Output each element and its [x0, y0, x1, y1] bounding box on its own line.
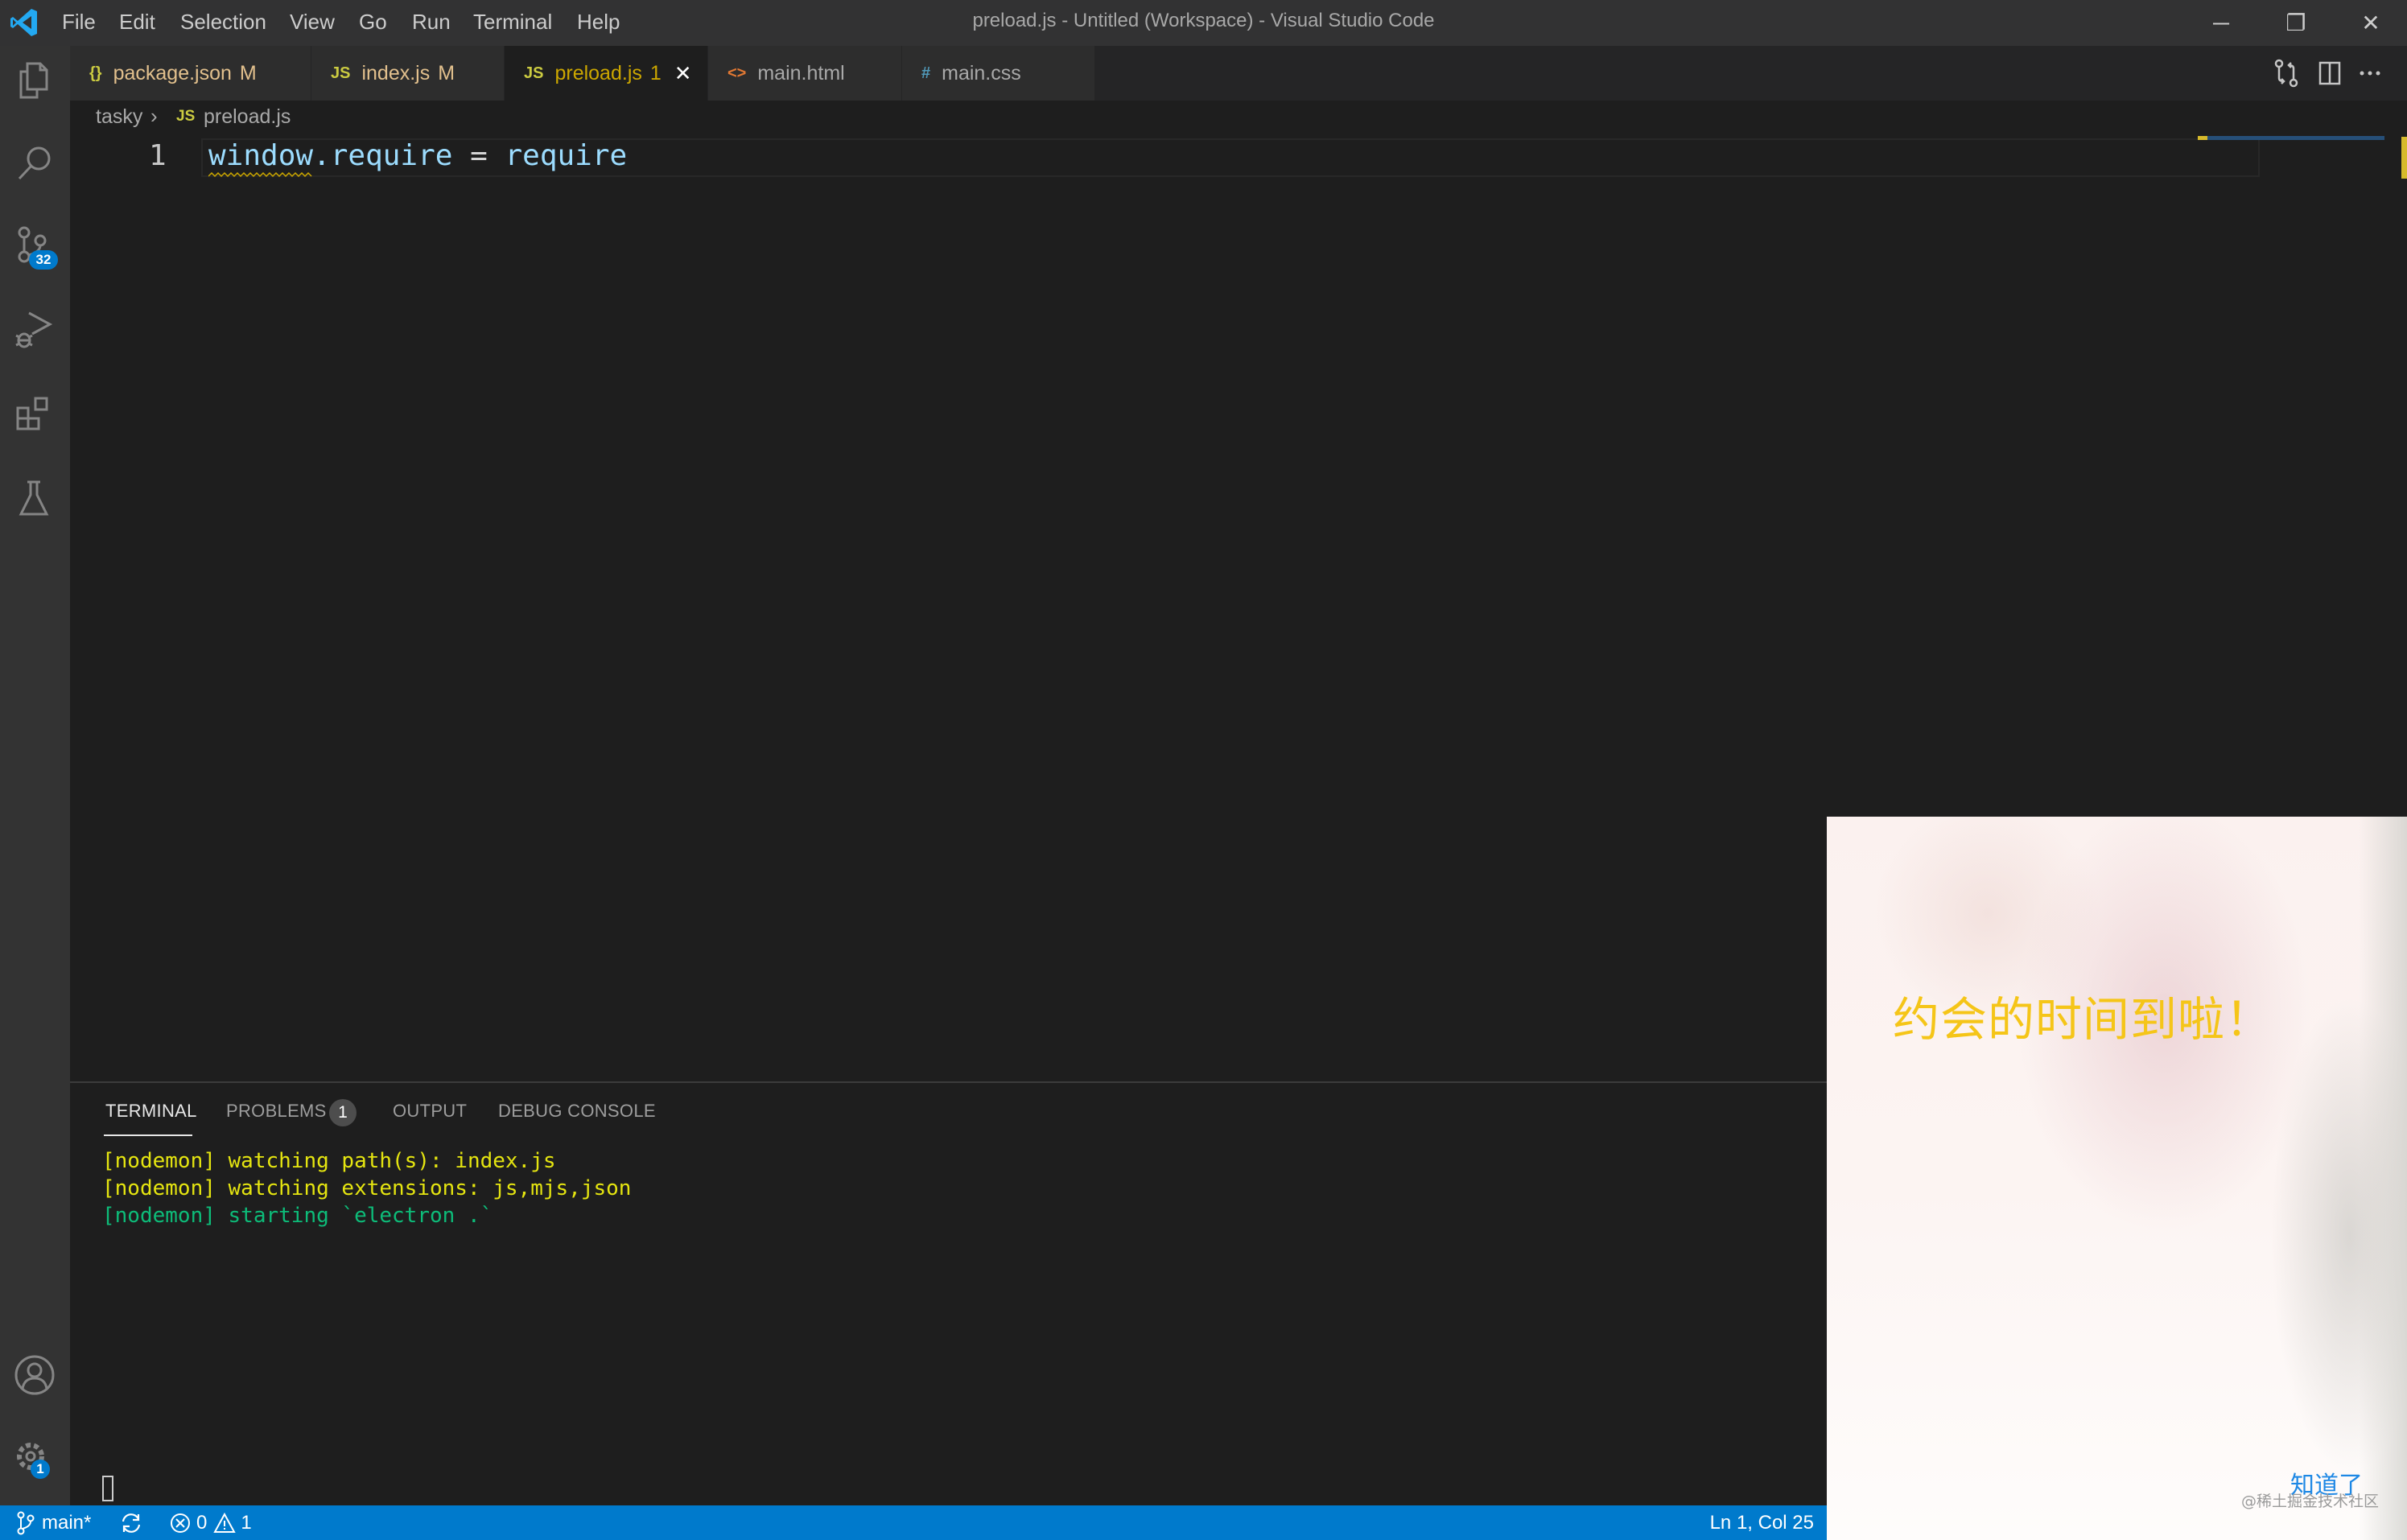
- warning-count: 1: [241, 1511, 252, 1534]
- error-icon: [171, 1513, 190, 1533]
- cursor-position[interactable]: Ln 1, Col 25: [1710, 1505, 1814, 1540]
- error-count: 0: [196, 1511, 208, 1534]
- activity-manage[interactable]: 1: [11, 1435, 58, 1482]
- panel-tab-debug-console[interactable]: DEBUG CONSOLE: [498, 1101, 656, 1122]
- tab-main-html[interactable]: <> main.html: [708, 46, 902, 101]
- terminal-cursor: [102, 1476, 113, 1501]
- activity-source-control[interactable]: 32: [11, 224, 58, 271]
- breadcrumb-file[interactable]: preload.js: [204, 105, 291, 129]
- editor-tab-bar: {} package.json M JS index.js M JS prelo…: [70, 46, 2407, 101]
- minimap-warning-marker: [2198, 136, 2207, 140]
- activity-extensions[interactable]: [11, 392, 58, 439]
- code-token: .require: [313, 139, 453, 172]
- activity-testing[interactable]: [11, 476, 58, 522]
- tab-label: index.js: [361, 61, 431, 84]
- open-changes-icon[interactable]: [2271, 57, 2303, 89]
- activity-bar: 32 1: [0, 46, 70, 1505]
- tab-label: main.html: [757, 61, 845, 84]
- more-actions-icon[interactable]: [2354, 57, 2386, 89]
- restore-icon: ❐: [2285, 10, 2306, 35]
- chevron-right-icon: ›: [150, 104, 158, 128]
- files-icon: [19, 62, 48, 99]
- title-bar: File Edit Selection View Go Run Terminal…: [0, 0, 2407, 46]
- js-icon: JS: [331, 64, 351, 82]
- css-icon: #: [921, 64, 931, 82]
- minimize-button[interactable]: ─: [2185, 0, 2257, 46]
- terminal-line: [nodemon] starting `electron .`: [102, 1204, 493, 1228]
- tab-main-css[interactable]: # main.css: [902, 46, 1095, 101]
- tab-preload-js[interactable]: JS preload.js 1 ✕: [505, 46, 708, 101]
- beaker-icon: [19, 480, 49, 516]
- branch-indicator[interactable]: main*: [16, 1505, 91, 1540]
- tab-status: 1: [649, 61, 662, 84]
- problems-count-badge: 1: [329, 1099, 357, 1126]
- code-token: require: [505, 139, 628, 172]
- panel-tab-output[interactable]: OUTPUT: [393, 1101, 467, 1122]
- line-number: 1: [149, 139, 167, 172]
- sync-icon: [122, 1513, 141, 1533]
- active-tab-underline: [104, 1134, 192, 1136]
- html-icon: <>: [727, 64, 747, 82]
- sync-button[interactable]: [119, 1505, 143, 1540]
- breadcrumb: tasky › JS preload.js: [70, 101, 2407, 136]
- js-icon: JS: [524, 64, 544, 82]
- branch-name: main*: [42, 1511, 92, 1534]
- manage-badge: 1: [31, 1460, 50, 1479]
- bottom-panel: TERMINAL PROBLEMS 1 OUTPUT DEBUG CONSOLE…: [70, 1081, 1827, 1505]
- tab-index-js[interactable]: JS index.js M: [311, 46, 505, 101]
- code-token: window: [208, 139, 314, 172]
- activity-explorer[interactable]: [11, 57, 58, 104]
- minimap-slider[interactable]: [2198, 136, 2384, 140]
- tab-label: preload.js: [554, 61, 642, 84]
- code-line[interactable]: window.require = require: [208, 139, 627, 172]
- code-token: =: [452, 139, 505, 172]
- branch-icon: [17, 1511, 35, 1534]
- tab-status: M: [239, 61, 257, 84]
- close-icon: ✕: [2361, 10, 2380, 35]
- js-icon: JS: [176, 108, 196, 125]
- warning-icon: [213, 1512, 237, 1533]
- restore-button[interactable]: ❐: [2260, 0, 2332, 46]
- extensions-icon: [16, 397, 48, 430]
- account-icon: [14, 1355, 55, 1395]
- status-bar: main* 0 1 Ln 1, Col 25: [0, 1505, 1827, 1540]
- terminal-line: [nodemon] watching path(s): index.js: [102, 1149, 556, 1173]
- cursor-position-text: Ln 1, Col 25: [1709, 1511, 1814, 1534]
- warning-squiggle: [208, 171, 312, 178]
- activity-run-debug[interactable]: [11, 308, 58, 355]
- tab-package-json[interactable]: {} package.json M: [70, 46, 311, 101]
- panel-tab-terminal[interactable]: TERMINAL: [105, 1101, 197, 1122]
- scrollbar-warning-marker[interactable]: [2401, 137, 2407, 179]
- background-image-shade: [2359, 817, 2407, 1540]
- activity-search[interactable]: [11, 141, 58, 187]
- terminal-line: [nodemon] watching extensions: js,mjs,js…: [102, 1176, 632, 1200]
- notification-message: 约会的时间到啦！: [1893, 992, 2273, 1047]
- panel-tab-problems[interactable]: PROBLEMS: [226, 1101, 327, 1122]
- run-debug-icon: [15, 311, 53, 348]
- close-window-button[interactable]: ✕: [2335, 0, 2407, 46]
- tab-label: package.json: [113, 61, 232, 84]
- split-editor-icon[interactable]: [2314, 57, 2346, 89]
- activity-accounts[interactable]: [11, 1352, 58, 1398]
- tab-label: main.css: [942, 61, 1021, 84]
- tab-status: M: [438, 61, 455, 84]
- notification-window: 约会的时间到啦！ 知道了 @稀土掘金技术社区: [1827, 817, 2407, 1540]
- watermark: @稀土掘金技术社区: [2241, 1493, 2380, 1510]
- json-icon: {}: [89, 64, 102, 82]
- search-icon: [18, 146, 51, 180]
- window-title: preload.js - Untitled (Workspace) - Visu…: [972, 10, 1435, 31]
- tab-close-button[interactable]: ✕: [674, 61, 692, 86]
- source-control-badge: 32: [29, 250, 58, 270]
- breadcrumb-folder[interactable]: tasky: [96, 105, 142, 129]
- problems-indicator[interactable]: 0 1: [169, 1505, 252, 1540]
- minimize-icon: ─: [2213, 10, 2229, 35]
